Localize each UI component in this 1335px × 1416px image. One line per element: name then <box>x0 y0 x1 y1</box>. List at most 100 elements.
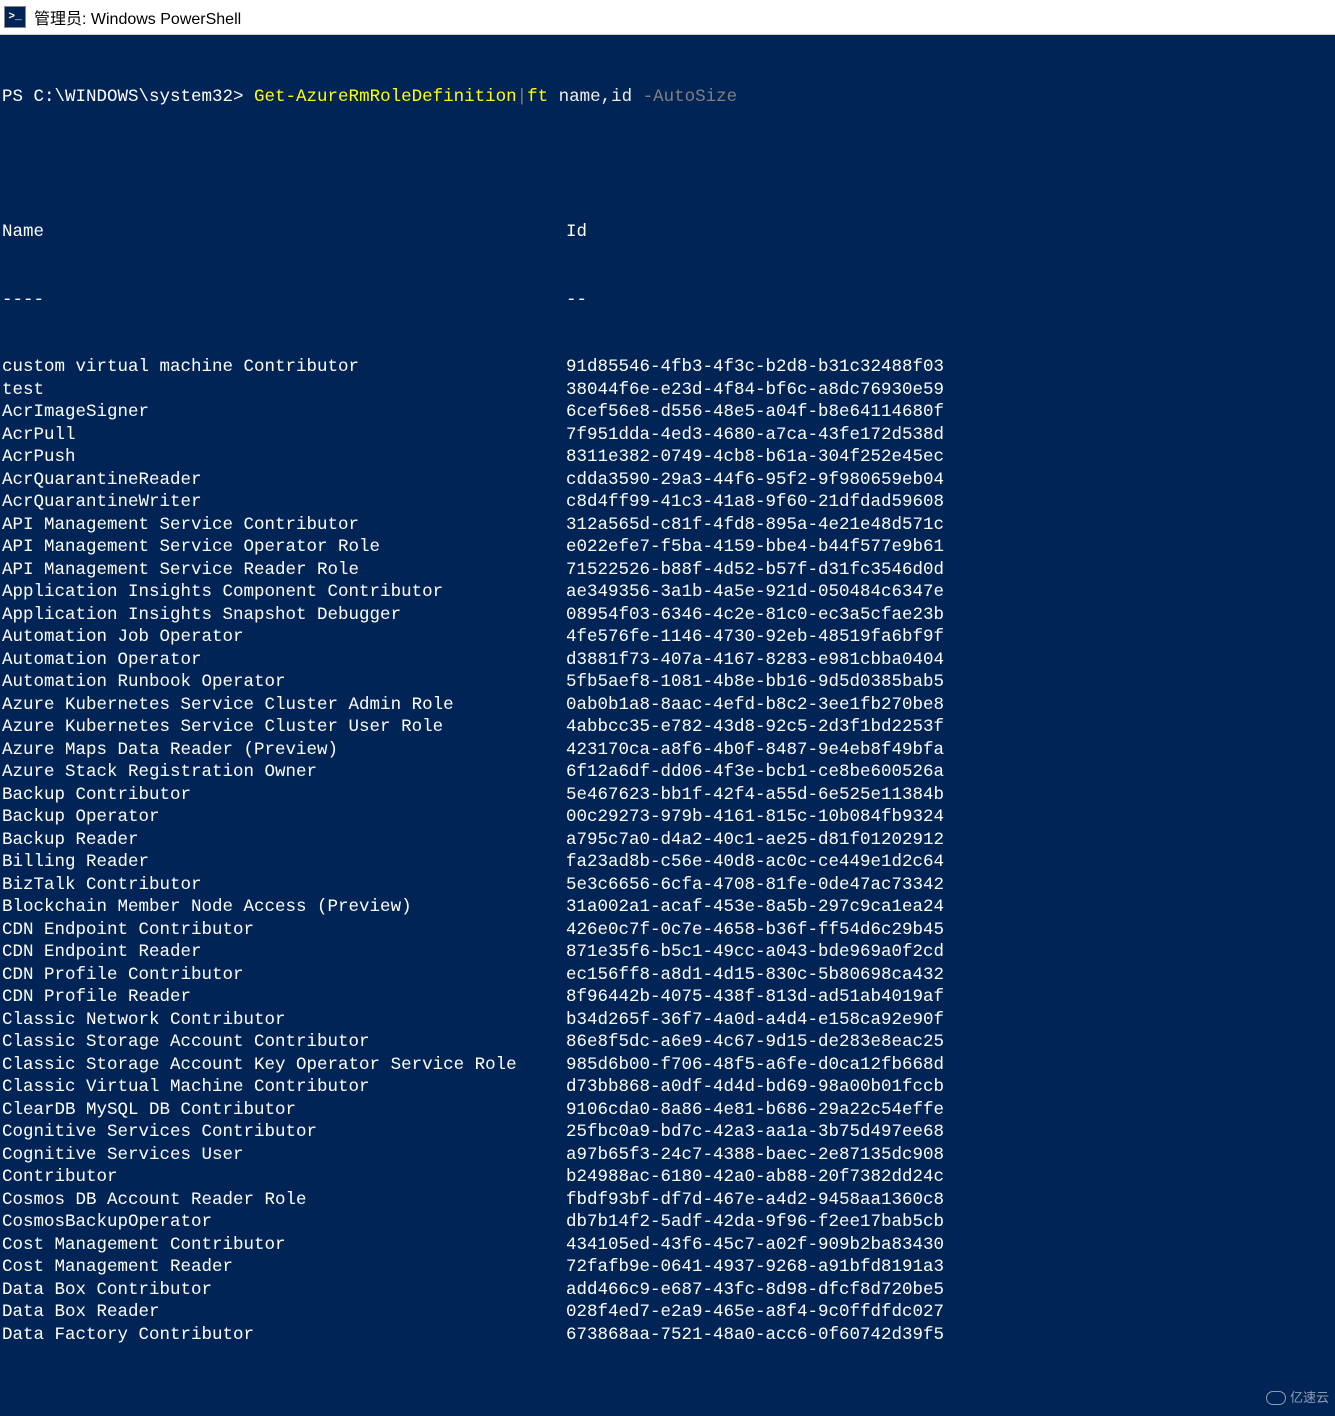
table-row: API Management Service Reader Role715225… <box>0 559 1335 582</box>
role-id-cell: 673868aa-7521-48a0-acc6-0f60742d39f5 <box>566 1324 1186 1347</box>
role-id-cell: 312a565d-c81f-4fd8-895a-4e21e48d571c <box>566 514 1186 537</box>
watermark-text: 亿速云 <box>1290 1387 1329 1410</box>
ft-cmd: ft <box>527 87 548 107</box>
role-name-cell: AcrPull <box>2 424 566 447</box>
role-id-cell: 9106cda0-8a86-4e81-b686-29a22c54effe <box>566 1099 1186 1122</box>
watermark: 亿速云 <box>1266 1387 1329 1410</box>
role-name-cell: ClearDB MySQL DB Contributor <box>2 1099 566 1122</box>
ft-args: name,id <box>548 87 643 107</box>
table-row: AcrPull7f951dda-4ed3-4680-a7ca-43fe172d5… <box>0 424 1335 447</box>
role-id-cell: b24988ac-6180-42a0-ab88-20f7382dd24c <box>566 1166 1186 1189</box>
role-id-cell: 6cef56e8-d556-48e5-a04f-b8e64114680f <box>566 401 1186 424</box>
role-id-cell: 00c29273-979b-4161-815c-10b084fb9324 <box>566 806 1186 829</box>
table-row: Billing Readerfa23ad8b-c56e-40d8-ac0c-ce… <box>0 851 1335 874</box>
cloud-icon <box>1266 1391 1286 1405</box>
role-id-cell: db7b14f2-5adf-42da-9f96-f2ee17bab5cb <box>566 1211 1186 1234</box>
table-row: Blockchain Member Node Access (Preview)3… <box>0 896 1335 919</box>
role-name-cell: Backup Contributor <box>2 784 566 807</box>
table-row: Cognitive Services Usera97b65f3-24c7-438… <box>0 1144 1335 1167</box>
table-row: Automation Runbook Operator5fb5aef8-1081… <box>0 671 1335 694</box>
role-name-cell: Azure Kubernetes Service Cluster User Ro… <box>2 716 566 739</box>
table-row: API Management Service Operator Rolee022… <box>0 536 1335 559</box>
role-name-cell: test <box>2 379 566 402</box>
role-name-cell: CDN Endpoint Contributor <box>2 919 566 942</box>
role-id-cell: 423170ca-a8f6-4b0f-8487-9e4eb8f49bfa <box>566 739 1186 762</box>
role-name-cell: Classic Storage Account Key Operator Ser… <box>2 1054 566 1077</box>
column-dash-name: ---- <box>2 289 566 312</box>
role-id-cell: 7f951dda-4ed3-4680-a7ca-43fe172d538d <box>566 424 1186 447</box>
role-name-cell: Cost Management Reader <box>2 1256 566 1279</box>
role-name-cell: Data Factory Contributor <box>2 1324 566 1347</box>
table-row: CDN Profile Contributorec156ff8-a8d1-4d1… <box>0 964 1335 987</box>
table-row: BizTalk Contributor5e3c6656-6cfa-4708-81… <box>0 874 1335 897</box>
role-id-cell: 25fbc0a9-bd7c-42a3-aa1a-3b75d497ee68 <box>566 1121 1186 1144</box>
role-name-cell: CDN Profile Contributor <box>2 964 566 987</box>
table-row: Classic Storage Account Contributor86e8f… <box>0 1031 1335 1054</box>
role-name-cell: CosmosBackupOperator <box>2 1211 566 1234</box>
table-header-row: Name Id <box>0 221 1335 244</box>
role-name-cell: CDN Endpoint Reader <box>2 941 566 964</box>
role-name-cell: Application Insights Snapshot Debugger <box>2 604 566 627</box>
role-name-cell: Backup Operator <box>2 806 566 829</box>
table-row: CDN Endpoint Reader871e35f6-b5c1-49cc-a0… <box>0 941 1335 964</box>
terminal-output[interactable]: PS C:\WINDOWS\system32> Get-AzureRmRoleD… <box>0 35 1335 1416</box>
table-row: Azure Stack Registration Owner6f12a6df-d… <box>0 761 1335 784</box>
pipe-char: | <box>517 87 528 107</box>
role-id-cell: d73bb868-a0df-4d4d-bd69-98a00b01fccb <box>566 1076 1186 1099</box>
window-title-text: 管理员: Windows PowerShell <box>34 5 241 29</box>
column-header-name: Name <box>2 221 566 244</box>
table-row: Classic Storage Account Key Operator Ser… <box>0 1054 1335 1077</box>
role-name-cell: Cognitive Services User <box>2 1144 566 1167</box>
table-row: AcrImageSigner6cef56e8-d556-48e5-a04f-b8… <box>0 401 1335 424</box>
role-name-cell: Azure Stack Registration Owner <box>2 761 566 784</box>
role-id-cell: add466c9-e687-43fc-8d98-dfcf8d720be5 <box>566 1279 1186 1302</box>
role-name-cell: AcrImageSigner <box>2 401 566 424</box>
role-id-cell: 8f96442b-4075-438f-813d-ad51ab4019af <box>566 986 1186 1009</box>
window-title-bar[interactable]: >_ 管理员: Windows PowerShell <box>0 0 1335 35</box>
table-row: Backup Contributor5e467623-bb1f-42f4-a55… <box>0 784 1335 807</box>
table-separator-row: ---- -- <box>0 289 1335 312</box>
role-id-cell: 4abbcc35-e782-43d8-92c5-2d3f1bd2253f <box>566 716 1186 739</box>
table-row: Data Box Contributoradd466c9-e687-43fc-8… <box>0 1279 1335 1302</box>
table-body: custom virtual machine Contributor91d855… <box>0 356 1335 1346</box>
cmdlet-name: Get-AzureRmRoleDefinition <box>254 87 517 107</box>
role-name-cell: Blockchain Member Node Access (Preview) <box>2 896 566 919</box>
role-name-cell: API Management Service Operator Role <box>2 536 566 559</box>
role-id-cell: 91d85546-4fb3-4f3c-b2d8-b31c32488f03 <box>566 356 1186 379</box>
role-id-cell: 08954f03-6346-4c2e-81c0-ec3a5cfae23b <box>566 604 1186 627</box>
table-row: Contributorb24988ac-6180-42a0-ab88-20f73… <box>0 1166 1335 1189</box>
table-row: CosmosBackupOperatordb7b14f2-5adf-42da-9… <box>0 1211 1335 1234</box>
role-id-cell: 5e467623-bb1f-42f4-a55d-6e525e11384b <box>566 784 1186 807</box>
table-row: Application Insights Component Contribut… <box>0 581 1335 604</box>
role-name-cell: Cosmos DB Account Reader Role <box>2 1189 566 1212</box>
table-row: API Management Service Contributor312a56… <box>0 514 1335 537</box>
table-row: Backup Readera795c7a0-d4a2-40c1-ae25-d81… <box>0 829 1335 852</box>
role-id-cell: 71522526-b88f-4d52-b57f-d31fc3546d0d <box>566 559 1186 582</box>
table-row: custom virtual machine Contributor91d855… <box>0 356 1335 379</box>
table-row: Data Factory Contributor673868aa-7521-48… <box>0 1324 1335 1347</box>
table-row: Backup Operator00c29273-979b-4161-815c-1… <box>0 806 1335 829</box>
role-id-cell: c8d4ff99-41c3-41a8-9f60-21dfdad59608 <box>566 491 1186 514</box>
role-name-cell: Billing Reader <box>2 851 566 874</box>
table-row: test38044f6e-e23d-4f84-bf6c-a8dc76930e59 <box>0 379 1335 402</box>
role-name-cell: Classic Virtual Machine Contributor <box>2 1076 566 1099</box>
role-name-cell: Cognitive Services Contributor <box>2 1121 566 1144</box>
role-id-cell: 5fb5aef8-1081-4b8e-bb16-9d5d0385bab5 <box>566 671 1186 694</box>
role-id-cell: 31a002a1-acaf-453e-8a5b-297c9ca1ea24 <box>566 896 1186 919</box>
column-dash-id: -- <box>566 289 1186 312</box>
role-name-cell: Automation Runbook Operator <box>2 671 566 694</box>
role-id-cell: ec156ff8-a8d1-4d15-830c-5b80698ca432 <box>566 964 1186 987</box>
role-name-cell: AcrQuarantineWriter <box>2 491 566 514</box>
role-id-cell: 86e8f5dc-a6e9-4c67-9d15-de283e8eac25 <box>566 1031 1186 1054</box>
role-id-cell: 0ab0b1a8-8aac-4efd-b8c2-3ee1fb270be8 <box>566 694 1186 717</box>
prompt-line: PS C:\WINDOWS\system32> Get-AzureRmRoleD… <box>0 86 1335 109</box>
role-id-cell: 8311e382-0749-4cb8-b61a-304f252e45ec <box>566 446 1186 469</box>
role-id-cell: ae349356-3a1b-4a5e-921d-050484c6347e <box>566 581 1186 604</box>
role-name-cell: Data Box Reader <box>2 1301 566 1324</box>
table-row: Automation Job Operator4fe576fe-1146-473… <box>0 626 1335 649</box>
table-row: Azure Kubernetes Service Cluster User Ro… <box>0 716 1335 739</box>
table-row: Classic Virtual Machine Contributord73bb… <box>0 1076 1335 1099</box>
table-row: AcrPush8311e382-0749-4cb8-b61a-304f252e4… <box>0 446 1335 469</box>
role-id-cell: 028f4ed7-e2a9-465e-a8f4-9c0ffdfdc027 <box>566 1301 1186 1324</box>
table-row: Automation Operatord3881f73-407a-4167-82… <box>0 649 1335 672</box>
